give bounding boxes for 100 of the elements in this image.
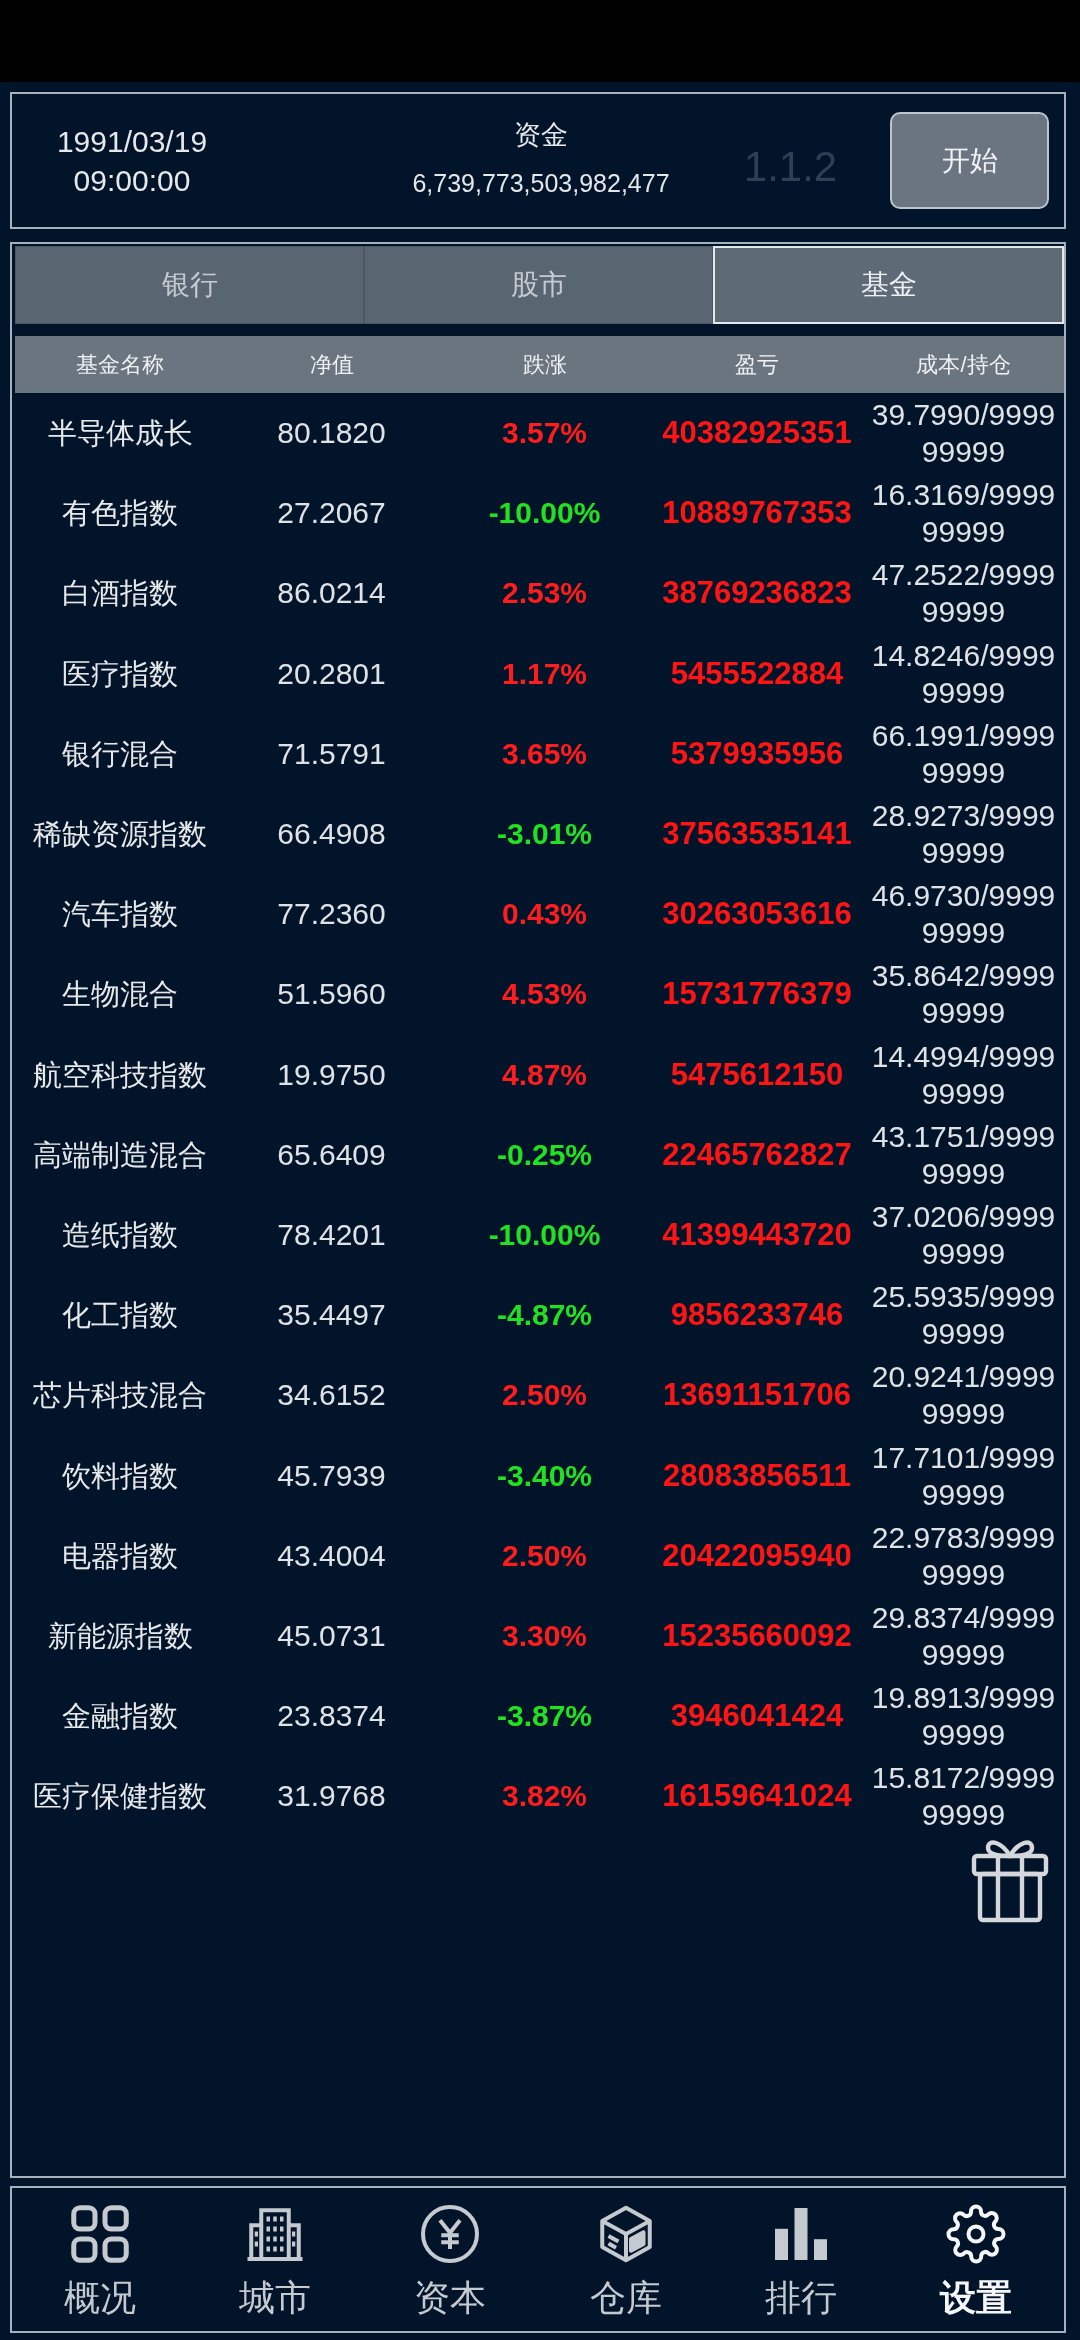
profit-loss: 5379935956 <box>670 735 844 772</box>
cost-holding: 43.1751/999999999 <box>870 1118 1057 1192</box>
nav-tab[interactable]: 排行 <box>765 2204 837 2318</box>
fund-name: 医疗保健指数 <box>33 1779 207 1815</box>
fund-name: 稀缺资源指数 <box>33 817 207 853</box>
profit-loss: 15235660092 <box>662 1617 852 1654</box>
profit-loss: 30263053616 <box>662 896 852 933</box>
cost-holding: 15.8172/999999999 <box>870 1760 1057 1834</box>
fund-name: 白酒指数 <box>62 576 178 612</box>
start-button[interactable]: 开始 <box>890 112 1049 209</box>
fund-name: 生物混合 <box>62 977 178 1013</box>
profit-loss: 22465762827 <box>662 1136 852 1173</box>
cost-holding: 39.7990/999999999 <box>870 397 1057 471</box>
gift-icon[interactable] <box>970 1840 1050 1923</box>
fund-name: 医疗指数 <box>62 656 178 692</box>
change-percent: -10.00% <box>488 495 601 532</box>
nav-tab[interactable]: 资本 <box>414 2204 487 2318</box>
change-percent: 1.17% <box>501 655 588 692</box>
profit-loss: 37563535141 <box>662 816 852 853</box>
fund-name: 芯片科技混合 <box>33 1378 207 1414</box>
profit-loss: 20422095940 <box>662 1537 852 1574</box>
fund-name: 造纸指数 <box>62 1217 178 1253</box>
change-percent: 2.50% <box>501 1537 588 1574</box>
tab[interactable]: 银行 <box>15 246 364 324</box>
change-percent: 2.53% <box>501 575 588 612</box>
change-percent: 0.43% <box>501 896 588 933</box>
net-value: 71.5791 <box>277 735 386 772</box>
profit-loss: 38769236823 <box>662 575 852 612</box>
nav-tab[interactable]: 设置 <box>940 2204 1013 2318</box>
net-value: 20.2801 <box>277 655 386 692</box>
net-value: 35.4497 <box>277 1297 386 1334</box>
cost-holding: 47.2522/999999999 <box>870 557 1057 631</box>
column-header: 基金名称 <box>76 350 164 379</box>
profit-loss: 3946041424 <box>670 1698 844 1735</box>
net-value: 45.0731 <box>277 1617 386 1654</box>
fund-name: 航空科技指数 <box>33 1057 207 1093</box>
change-percent: 2.50% <box>501 1377 588 1414</box>
fund-name: 新能源指数 <box>47 1618 193 1654</box>
funds-value: 6,739,773,503,982,477 <box>412 167 670 198</box>
tab[interactable]: 基金 <box>713 246 1064 324</box>
column-header: 跌涨 <box>522 350 567 379</box>
profit-loss: 16159641024 <box>662 1778 852 1815</box>
column-header: 净值 <box>309 350 354 379</box>
cost-holding: 46.9730/999999999 <box>870 878 1057 952</box>
cost-holding: 17.7101/999999999 <box>870 1439 1057 1513</box>
cost-holding: 66.1991/999999999 <box>870 717 1057 791</box>
fund-name: 金融指数 <box>62 1699 178 1735</box>
cost-holding: 19.8913/999999999 <box>870 1680 1057 1754</box>
profit-loss: 10889767353 <box>662 495 852 532</box>
change-percent: -3.01% <box>496 816 593 853</box>
change-percent: 4.87% <box>501 1056 588 1093</box>
change-percent: -3.87% <box>496 1698 593 1735</box>
tab[interactable]: 股市 <box>364 246 713 324</box>
change-percent: -0.25% <box>496 1136 593 1173</box>
fund-name: 电器指数 <box>62 1538 178 1574</box>
cost-holding: 25.5935/999999999 <box>870 1279 1057 1353</box>
net-value: 78.4201 <box>277 1216 386 1253</box>
profit-loss: 13691151706 <box>663 1377 851 1414</box>
net-value: 19.9750 <box>277 1056 386 1093</box>
net-value: 45.7939 <box>277 1457 386 1494</box>
net-value: 23.8374 <box>277 1698 386 1735</box>
cost-holding: 14.8246/999999999 <box>870 637 1057 711</box>
cost-holding: 22.9783/999999999 <box>870 1519 1057 1593</box>
net-value: 80.1820 <box>277 415 386 452</box>
grid-icon <box>69 2204 130 2264</box>
fund-name: 高端制造混合 <box>33 1137 207 1173</box>
change-percent: -3.40% <box>496 1457 593 1494</box>
change-percent: -4.87% <box>496 1297 593 1334</box>
net-value: 65.6409 <box>277 1136 386 1173</box>
nav-tab[interactable]: 仓库 <box>589 2204 662 2318</box>
profit-loss: 41399443720 <box>662 1216 852 1253</box>
net-value: 66.4908 <box>277 816 386 853</box>
net-value: 86.0214 <box>277 575 386 612</box>
funds-label: 资金 <box>514 118 568 152</box>
column-header: 盈亏 <box>735 350 779 379</box>
change-percent: -10.00% <box>488 1216 601 1253</box>
change-percent: 3.57% <box>501 415 588 452</box>
profit-loss: 28083856511 <box>663 1457 851 1494</box>
fund-name: 银行混合 <box>62 736 178 772</box>
net-value: 34.6152 <box>277 1377 386 1414</box>
cost-holding: 20.9241/999999999 <box>870 1359 1057 1433</box>
nav-tab[interactable]: 概况 <box>63 2204 136 2318</box>
profit-loss: 5455522884 <box>670 655 844 692</box>
profit-loss: 5475612150 <box>670 1056 844 1093</box>
cost-holding: 14.4994/999999999 <box>870 1038 1057 1112</box>
nav-tab[interactable]: 城市 <box>239 2204 311 2318</box>
change-percent: 3.82% <box>501 1778 588 1815</box>
profit-loss: 40382925351 <box>662 415 852 452</box>
cost-holding: 37.0206/999999999 <box>870 1198 1057 1272</box>
fund-name: 化工指数 <box>62 1298 178 1334</box>
fund-name: 半导体成长 <box>47 416 193 452</box>
change-percent: 3.65% <box>501 735 588 772</box>
fund-name: 汽车指数 <box>62 897 178 933</box>
change-percent: 3.30% <box>501 1617 588 1654</box>
fund-name: 有色指数 <box>62 496 178 532</box>
column-header: 成本/持仓 <box>916 350 1011 379</box>
profit-loss: 15731776379 <box>662 976 852 1013</box>
cost-holding: 16.3169/999999999 <box>870 477 1057 551</box>
cost-holding: 28.9273/999999999 <box>870 798 1057 872</box>
settings-icon <box>946 2204 1007 2264</box>
